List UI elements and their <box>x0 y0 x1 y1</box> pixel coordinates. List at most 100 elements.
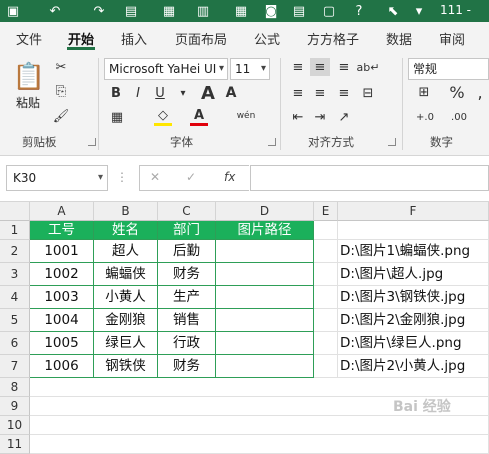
row-header[interactable]: 6 <box>0 332 30 355</box>
cell[interactable] <box>314 221 338 240</box>
row-header[interactable]: 7 <box>0 355 30 378</box>
cell-path[interactable] <box>216 286 314 309</box>
table-header-cell[interactable]: 姓名 <box>94 221 158 240</box>
increase-decimal-icon[interactable]: +.0 <box>412 108 438 126</box>
cell-name[interactable]: 绿巨人 <box>94 332 158 355</box>
cancel-icon[interactable]: ✕ <box>150 170 160 184</box>
cell-name[interactable]: 小黄人 <box>94 286 158 309</box>
cell[interactable] <box>314 332 338 355</box>
copy-icon[interactable]: ⎘ <box>52 82 70 100</box>
underline-button[interactable]: U <box>152 84 168 102</box>
row-header[interactable]: 5 <box>0 309 30 332</box>
cell-id[interactable]: 1001 <box>30 240 94 263</box>
table-icon[interactable]: ▦ <box>232 2 250 20</box>
cell-path[interactable] <box>216 240 314 263</box>
font-size-select[interactable]: 11 ▾ <box>230 58 270 80</box>
column-header-d[interactable]: D <box>216 202 314 221</box>
cell-dept[interactable]: 销售 <box>158 309 216 332</box>
cell-path[interactable] <box>216 332 314 355</box>
cell-dept[interactable]: 财务 <box>158 355 216 378</box>
column-header-e[interactable]: E <box>314 202 338 221</box>
row-header[interactable]: 4 <box>0 286 30 309</box>
format-painter-icon[interactable]: 🖌 <box>52 107 70 125</box>
cell-id[interactable]: 1004 <box>30 309 94 332</box>
insert-function-icon[interactable]: fx <box>224 170 235 184</box>
indent-increase-icon[interactable]: ⇥ <box>310 108 330 126</box>
currency-icon[interactable]: ⊞ <box>410 82 438 102</box>
row-header[interactable]: 9 <box>0 397 30 416</box>
row-header[interactable]: 1 <box>0 221 30 240</box>
empty-row[interactable] <box>30 435 489 454</box>
decrease-decimal-icon[interactable]: .00 <box>446 108 472 126</box>
cell-id[interactable]: 1003 <box>30 286 94 309</box>
cell-file[interactable]: D:\图片\超人.jpg <box>338 263 489 286</box>
clipboard-launcher-icon[interactable] <box>88 138 96 146</box>
print-icon[interactable]: ▤ <box>290 2 308 20</box>
empty-row[interactable] <box>30 378 489 397</box>
preview-icon[interactable]: ▢ <box>320 2 338 20</box>
cell-file[interactable]: D:\图片2\小黄人.jpg <box>338 355 489 378</box>
cell-name[interactable]: 超人 <box>94 240 158 263</box>
more-icon[interactable]: ▾ <box>410 2 428 20</box>
cell[interactable] <box>314 309 338 332</box>
table-header-cell[interactable]: 部门 <box>158 221 216 240</box>
cell-file[interactable]: D:\图片\绿巨人.png <box>338 332 489 355</box>
cell-dept[interactable]: 后勤 <box>158 240 216 263</box>
wrap-text-icon[interactable]: ab↵ <box>357 58 380 76</box>
cell[interactable] <box>314 240 338 263</box>
row-header[interactable]: 3 <box>0 263 30 286</box>
cell-path[interactable] <box>216 263 314 286</box>
align-middle-icon[interactable]: ≡ <box>310 58 330 76</box>
camera-icon[interactable]: ◙ <box>262 2 280 20</box>
help-icon[interactable]: ? <box>350 2 368 20</box>
alignment-launcher-icon[interactable] <box>388 138 396 146</box>
column-header-c[interactable]: C <box>158 202 216 221</box>
cell[interactable] <box>314 355 338 378</box>
indent-decrease-icon[interactable]: ⇤ <box>288 108 308 126</box>
tab-review[interactable]: 审阅 <box>439 29 465 48</box>
format-icon[interactable]: ▤ <box>122 2 140 20</box>
column-header-a[interactable]: A <box>30 202 94 221</box>
align-bottom-icon[interactable]: ≡ <box>334 58 354 76</box>
select-all-corner[interactable] <box>0 202 30 221</box>
column-header-b[interactable]: B <box>94 202 158 221</box>
cell-dept[interactable]: 行政 <box>158 332 216 355</box>
chevron-down-icon[interactable]: ▾ <box>176 84 190 102</box>
tab-file[interactable]: 文件 <box>16 29 42 48</box>
table-header-cell[interactable]: 工号 <box>30 221 94 240</box>
cell-name[interactable]: 蝙蝠侠 <box>94 263 158 286</box>
cell-file[interactable]: D:\图片3\钢铁侠.jpg <box>338 286 489 309</box>
italic-button[interactable]: I <box>130 84 146 102</box>
cell[interactable] <box>314 263 338 286</box>
comma-icon[interactable]: , <box>472 82 488 102</box>
redo-icon[interactable]: ↷ <box>90 2 108 20</box>
tab-data[interactable]: 数据 <box>386 29 412 48</box>
percent-button[interactable]: % <box>446 82 468 102</box>
font-shrink-icon[interactable]: A <box>224 84 238 102</box>
align-left-icon[interactable]: ≡ <box>288 84 308 102</box>
number-format-select[interactable]: 常规 <box>408 58 489 80</box>
formula-input[interactable] <box>250 165 489 191</box>
formula-bar-resize-icon[interactable]: ⋮ <box>116 170 128 184</box>
undo-icon[interactable]: ↶ <box>46 2 64 20</box>
cell-id[interactable]: 1002 <box>30 263 94 286</box>
orientation-icon[interactable]: ↗ <box>334 108 354 126</box>
cell-path[interactable] <box>216 355 314 378</box>
cell-file[interactable]: D:\图片1\蝙蝠侠.png <box>338 240 489 263</box>
font-name-select[interactable]: Microsoft YaHei UI ▾ <box>104 58 228 80</box>
cell-path[interactable] <box>216 309 314 332</box>
row-header[interactable]: 11 <box>0 435 30 454</box>
name-box[interactable]: K30 ▾ <box>6 165 108 191</box>
cell-file[interactable]: D:\图片2\金刚狼.jpg <box>338 309 489 332</box>
tab-fangfang[interactable]: 方方格子 <box>307 29 359 48</box>
merge-icon[interactable]: ⊟ <box>358 84 378 102</box>
cell-dept[interactable]: 财务 <box>158 263 216 286</box>
cell[interactable] <box>314 286 338 309</box>
save-icon[interactable]: ▣ <box>4 2 22 20</box>
align-center-icon[interactable]: ≡ <box>310 84 330 102</box>
align-top-icon[interactable]: ≡ <box>288 58 308 76</box>
grid-icon[interactable]: ▥ <box>194 2 212 20</box>
enter-icon[interactable]: ✓ <box>186 170 196 184</box>
cell-name[interactable]: 金刚狼 <box>94 309 158 332</box>
font-grow-icon[interactable]: A <box>200 83 216 104</box>
